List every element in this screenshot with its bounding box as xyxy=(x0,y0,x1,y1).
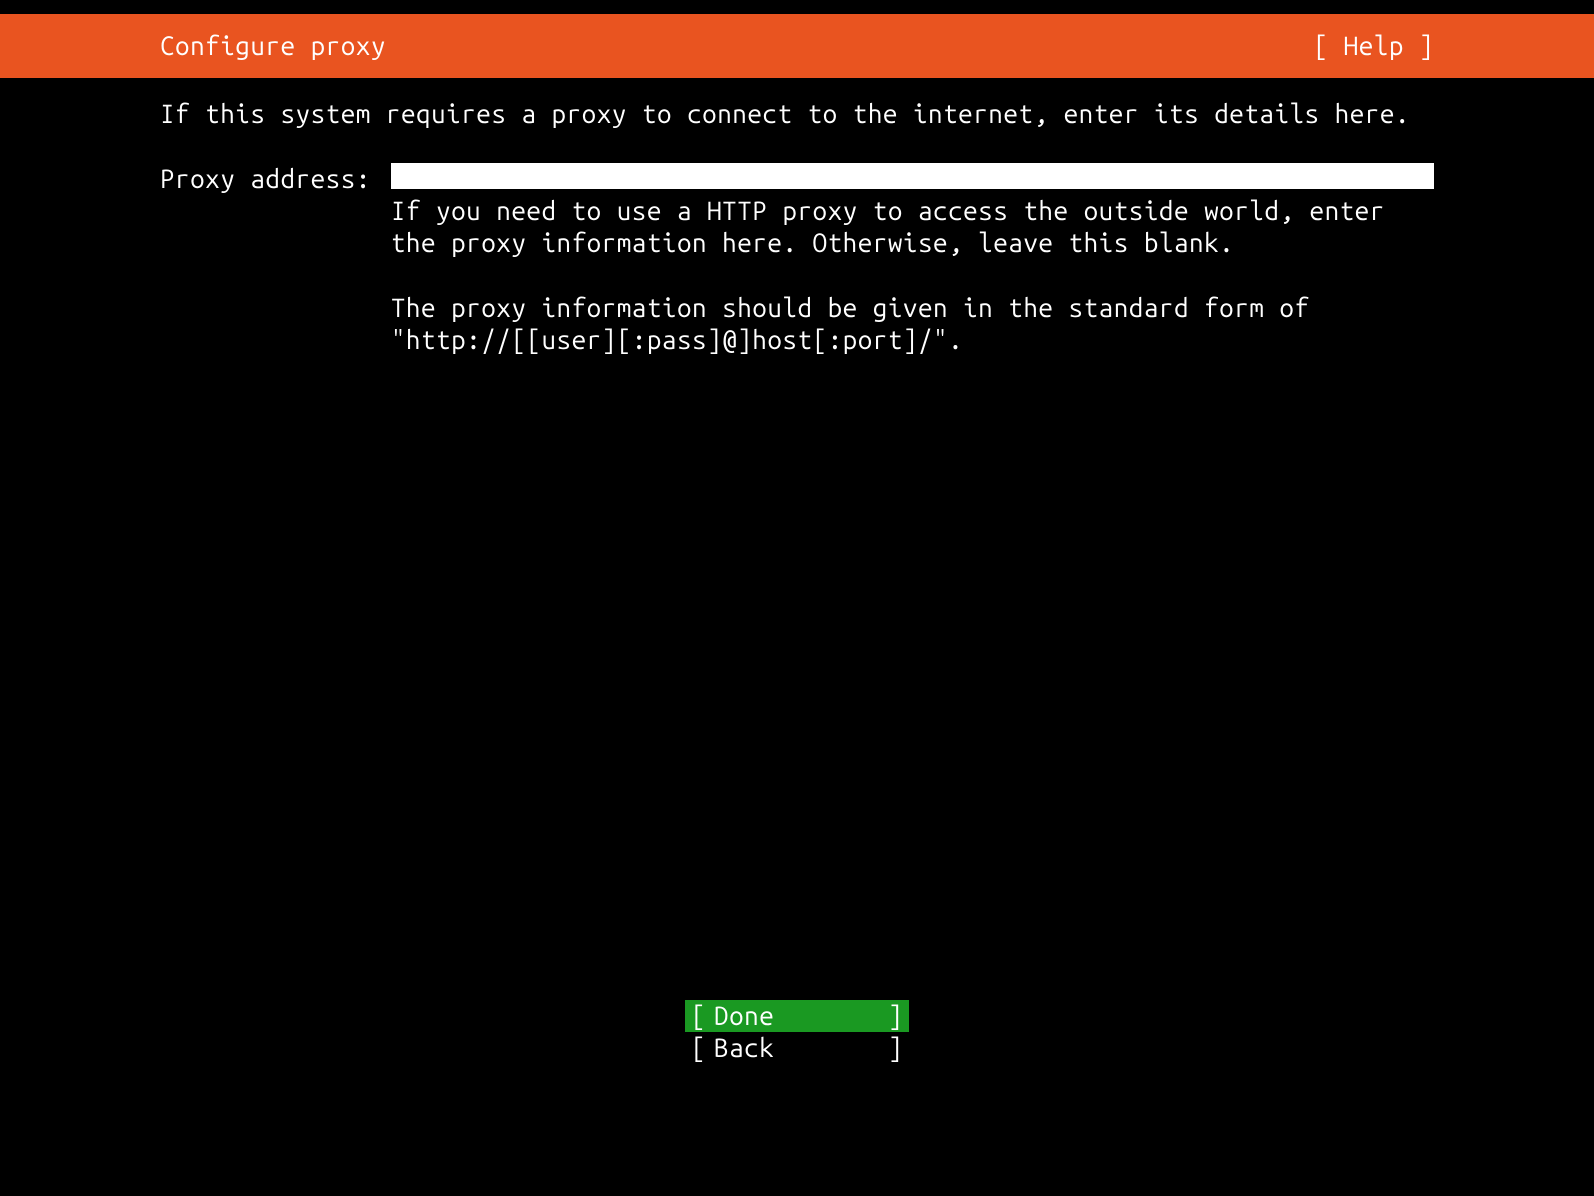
proxy-address-label: Proxy address: xyxy=(160,163,371,196)
done-button[interactable]: [ Done ] xyxy=(685,1000,909,1032)
back-button-label: Back xyxy=(714,1032,880,1065)
back-button[interactable]: [ Back ] xyxy=(685,1032,909,1064)
bracket-left-icon: [ xyxy=(691,1032,706,1065)
proxy-help-line-2: The proxy information should be given in… xyxy=(391,292,1434,357)
proxy-field-column: If you need to use a HTTP proxy to acces… xyxy=(391,163,1434,357)
proxy-help-text: If you need to use a HTTP proxy to acces… xyxy=(391,195,1434,357)
proxy-form-row: Proxy address: If you need to use a HTTP… xyxy=(160,163,1434,357)
bracket-right-icon: ] xyxy=(888,1032,903,1065)
proxy-address-input[interactable] xyxy=(391,163,1434,189)
footer-buttons: [ Done ] [ Back ] xyxy=(0,1000,1594,1064)
page-title: Configure proxy xyxy=(160,30,386,63)
proxy-help-line-1: If you need to use a HTTP proxy to acces… xyxy=(391,195,1434,260)
bracket-right-icon: ] xyxy=(888,1000,903,1033)
installer-header: Configure proxy [ Help ] xyxy=(0,14,1594,78)
bracket-left-icon: [ xyxy=(691,1000,706,1033)
done-button-label: Done xyxy=(714,1000,880,1033)
main-content: If this system requires a proxy to conne… xyxy=(0,78,1594,357)
help-button[interactable]: [ Help ] xyxy=(1314,30,1434,63)
instruction-text: If this system requires a proxy to conne… xyxy=(160,98,1434,131)
